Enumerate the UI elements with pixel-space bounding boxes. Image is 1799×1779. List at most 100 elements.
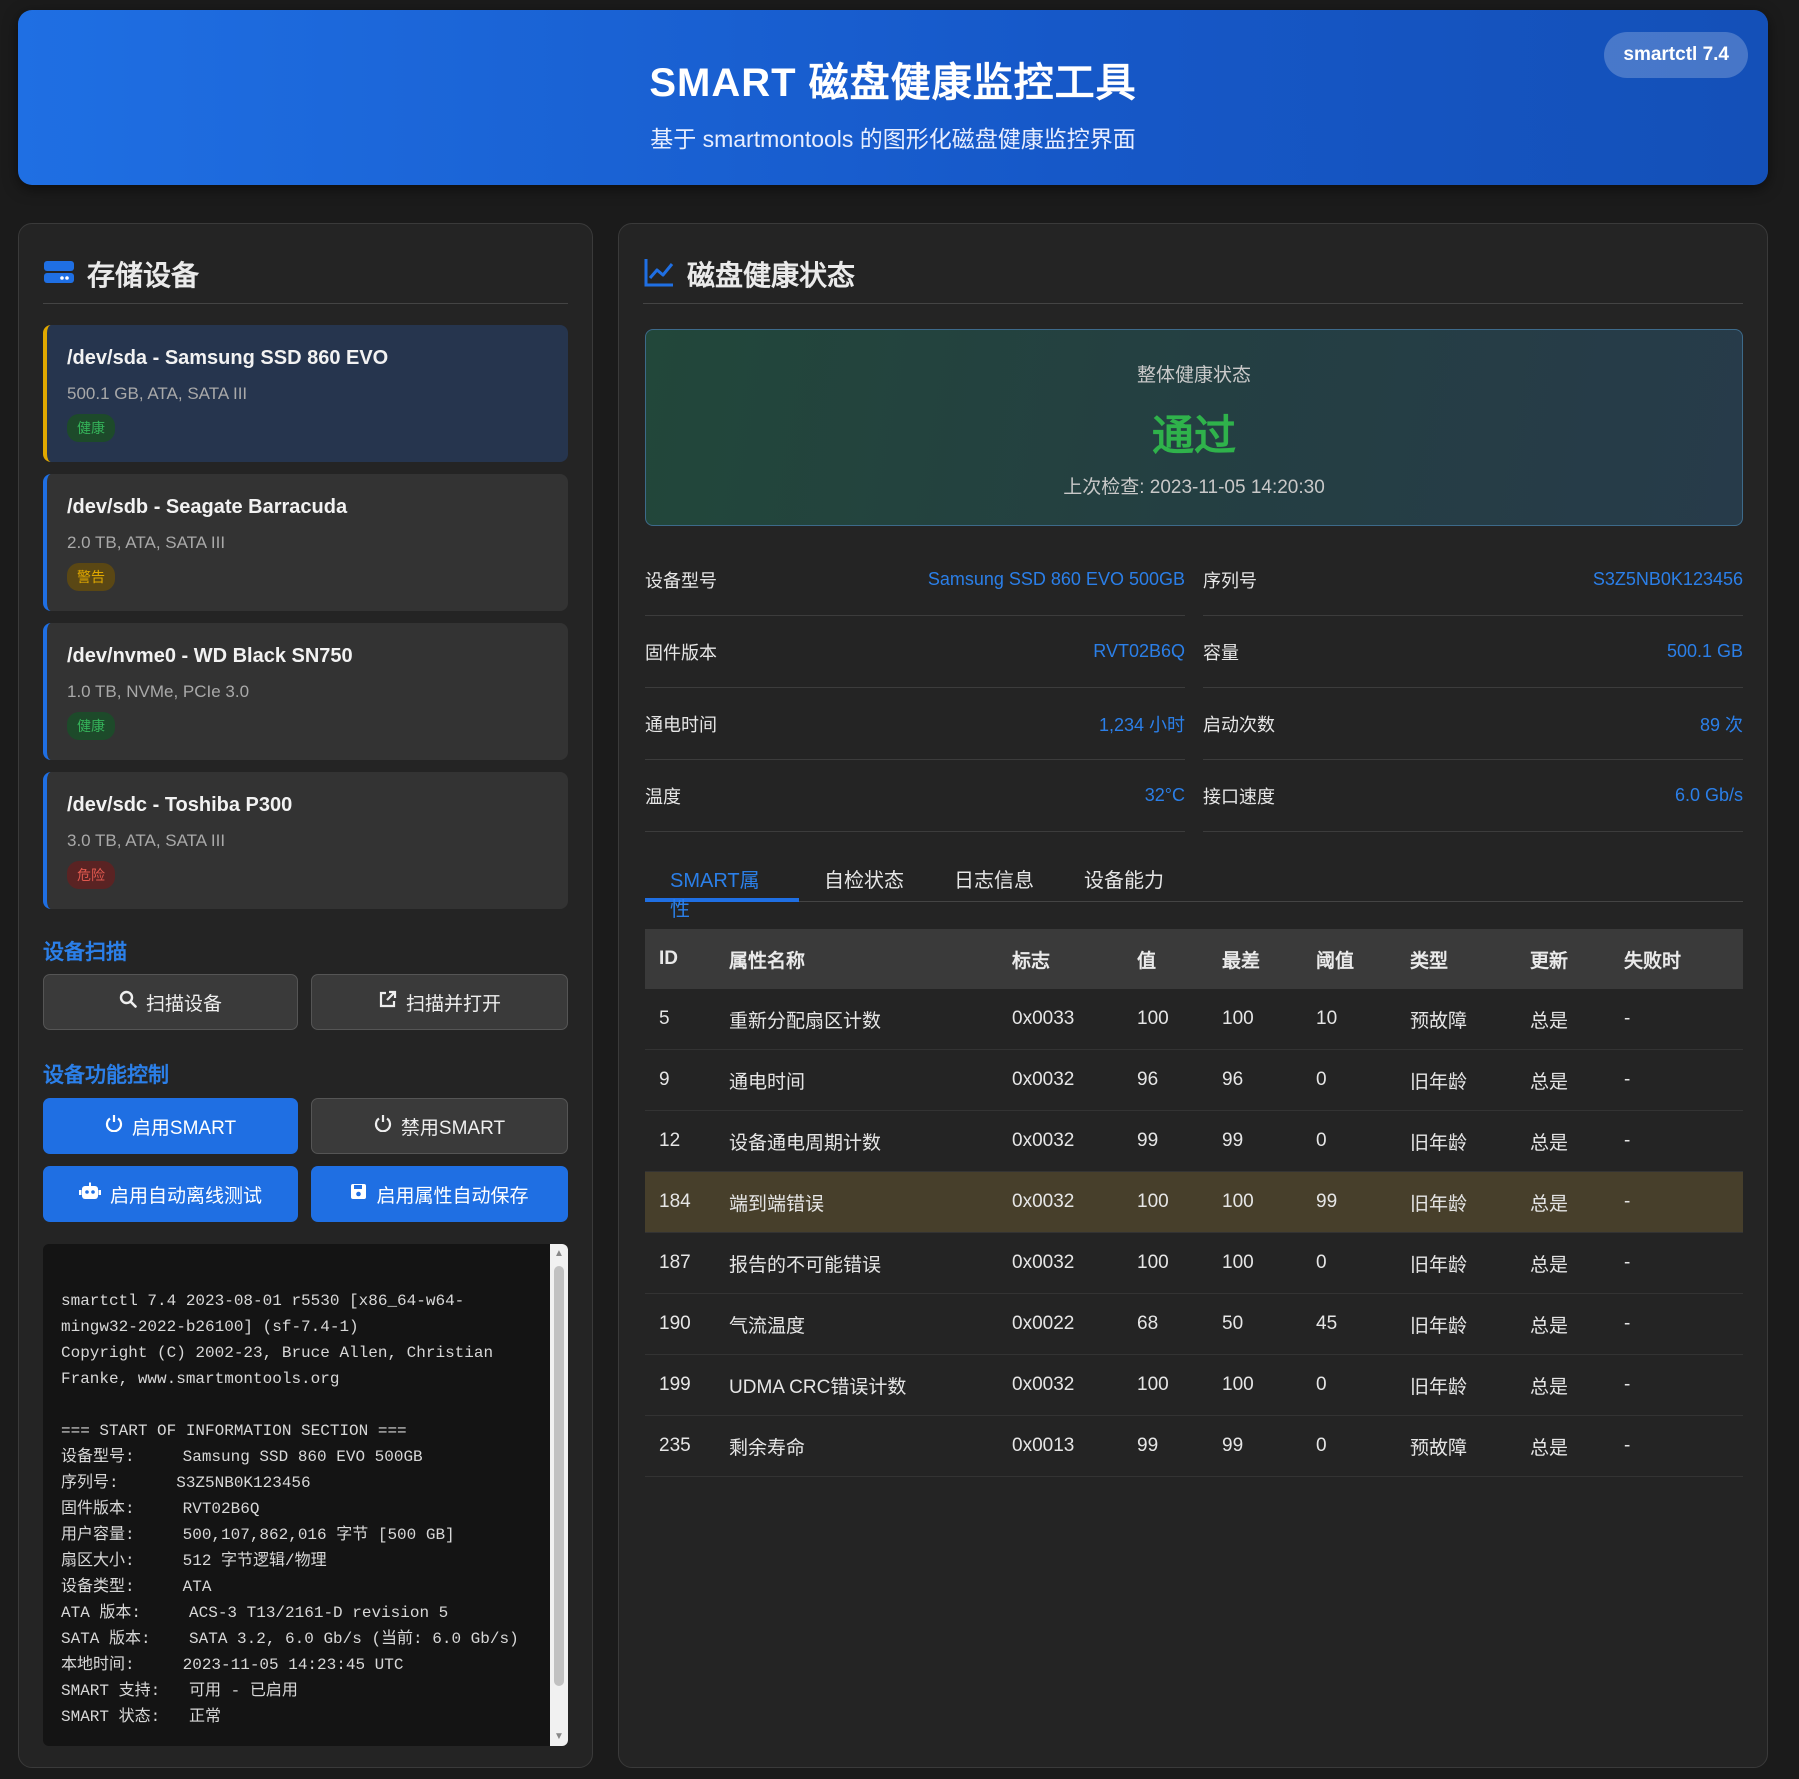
- cell-name: 报告的不可能错误: [729, 1254, 882, 1276]
- scroll-up-icon[interactable]: ▲: [554, 1248, 564, 1259]
- col-flag: 标志: [1012, 950, 1051, 972]
- info-key: 接口速度: [1203, 786, 1275, 807]
- info-interface-speed: 接口速度 6.0 Gb/s: [1203, 760, 1743, 832]
- storage-devices-panel: 存储设备 /dev/sda - Samsung SSD 860 EVO 500.…: [18, 223, 593, 1768]
- tab-smart-attributes[interactable]: SMART属性: [645, 844, 799, 921]
- col-name: 属性名称: [729, 950, 806, 972]
- cell-id: 9: [659, 1069, 670, 1090]
- cell-type: 预故障: [1410, 1437, 1468, 1459]
- cell-name: 剩余寿命: [729, 1437, 806, 1459]
- cell-flag: 0x0032: [1012, 1374, 1075, 1395]
- cell-threshold: 0: [1316, 1435, 1327, 1456]
- cell-id: 199: [659, 1374, 691, 1395]
- console-scrollbar[interactable]: ▲ ▼: [550, 1244, 568, 1746]
- device-status-badge: 危险: [67, 861, 115, 889]
- col-worst: 最差: [1222, 950, 1261, 972]
- cell-id: 190: [659, 1313, 691, 1334]
- app-header: SMART 磁盘健康监控工具 基于 smartmontools 的图形化磁盘健康…: [18, 10, 1768, 185]
- scrollbar-thumb[interactable]: [554, 1266, 564, 1686]
- info-key: 启动次数: [1203, 714, 1275, 735]
- table-row[interactable]: 190 气流温度 0x0022 68 50 45 旧年龄 总是 -: [645, 1294, 1743, 1355]
- table-row[interactable]: 235 剩余寿命 0x0013 99 99 0 预故障 总是 -: [645, 1416, 1743, 1477]
- cell-value: 99: [1137, 1435, 1159, 1456]
- table-row[interactable]: 9 通电时间 0x0032 96 96 0 旧年龄 总是 -: [645, 1050, 1743, 1111]
- info-value: Samsung SSD 860 EVO 500GB: [927, 569, 1185, 589]
- robot-icon: [78, 1182, 101, 1206]
- table-row[interactable]: 5 重新分配扇区计数 0x0033 100 100 10 预故障 总是 -: [645, 989, 1743, 1050]
- cell-updated: 总是: [1530, 1193, 1569, 1215]
- cell-id: 12: [659, 1130, 681, 1151]
- info-value: RVT02B6Q: [1093, 641, 1185, 661]
- table-row[interactable]: 199 UDMA CRC错误计数 0x0032 100 100 0 旧年龄 总是 -: [645, 1355, 1743, 1416]
- info-firmware: 固件版本 RVT02B6Q: [645, 616, 1185, 688]
- scan-devices-button[interactable]: 扫描设备: [43, 974, 298, 1030]
- table-row[interactable]: 184 端到端错误 0x0032 100 100 99 旧年龄 总是 -: [645, 1172, 1743, 1233]
- health-value: 通过: [1151, 412, 1236, 459]
- device-name: /dev/nvme0 - WD Black SN750: [67, 645, 353, 667]
- cell-when-failed: -: [1624, 1191, 1631, 1212]
- tab-capabilities[interactable]: 设备能力: [1059, 844, 1189, 902]
- tab-logs[interactable]: 日志信息: [929, 844, 1059, 902]
- cell-value: 100: [1137, 1252, 1169, 1273]
- scan-and-open-label: 扫描并打开: [405, 993, 501, 1015]
- smart-attributes-table: ID 属性名称 标志 值 最差 阈值 类型 更新 失败时 5 重新分配扇区计数 0x…: [645, 929, 1743, 1477]
- device-status-badge: 健康: [67, 712, 115, 740]
- info-value: 32°C: [1144, 785, 1185, 805]
- cell-value: 99: [1137, 1130, 1159, 1151]
- cell-type: 旧年龄: [1410, 1254, 1468, 1276]
- smartctl-output-console[interactable]: smartctl 7.4 2023-08-01 r5530 [x86_64-w6…: [43, 1244, 568, 1746]
- enable-attr-autosave-button[interactable]: 启用属性自动保存: [311, 1166, 568, 1222]
- cell-flag: 0x0032: [1012, 1191, 1075, 1212]
- cell-when-failed: -: [1624, 1252, 1631, 1273]
- tab-self-test[interactable]: 自检状态: [799, 844, 929, 902]
- col-type: 类型: [1410, 950, 1449, 972]
- disable-smart-label: 禁用SMART: [400, 1117, 506, 1139]
- cell-flag: 0x0033: [1012, 1008, 1075, 1029]
- power-icon: [105, 1114, 123, 1138]
- device-card-sdb[interactable]: /dev/sdb - Seagate Barracuda 2.0 TB, ATA…: [43, 474, 568, 611]
- enable-attr-autosave-label: 启用属性自动保存: [376, 1185, 529, 1207]
- scroll-down-icon[interactable]: ▼: [554, 1731, 564, 1742]
- device-card-nvme0[interactable]: /dev/nvme0 - WD Black SN750 1.0 TB, NVMe…: [43, 623, 568, 760]
- save-icon: [350, 1183, 367, 1206]
- cell-threshold: 0: [1316, 1069, 1327, 1090]
- cell-value: 68: [1137, 1313, 1159, 1334]
- cell-updated: 总是: [1530, 1132, 1569, 1154]
- enable-auto-offline-button[interactable]: 启用自动离线测试: [43, 1166, 298, 1222]
- info-value: S3Z5NB0K123456: [1592, 569, 1743, 589]
- cell-when-failed: -: [1624, 1374, 1631, 1395]
- app-title: SMART 磁盘健康监控工具: [649, 61, 1137, 105]
- table-row[interactable]: 187 报告的不可能错误 0x0032 100 100 0 旧年龄 总是 -: [645, 1233, 1743, 1294]
- enable-smart-label: 启用SMART: [131, 1117, 237, 1139]
- cell-when-failed: -: [1624, 1069, 1631, 1090]
- cell-id: 5: [659, 1008, 670, 1029]
- disk-health-panel: 磁盘健康状态 整体健康状态 通过 上次检查: 2023-11-05 14:20:…: [618, 223, 1768, 1768]
- info-capacity: 容量 500.1 GB: [1203, 616, 1743, 688]
- device-card-sda[interactable]: /dev/sda - Samsung SSD 860 EVO 500.1 GB,…: [43, 325, 568, 462]
- disable-smart-button[interactable]: 禁用SMART: [311, 1098, 568, 1154]
- info-key: 温度: [645, 786, 681, 807]
- info-key: 固件版本: [645, 642, 717, 663]
- control-section-label: 设备功能控制: [43, 1064, 169, 1087]
- cell-id: 187: [659, 1252, 691, 1273]
- device-card-sdc[interactable]: /dev/sdc - Toshiba P300 3.0 TB, ATA, SAT…: [43, 772, 568, 909]
- cell-worst: 100: [1222, 1191, 1254, 1212]
- power-icon: [374, 1114, 392, 1138]
- col-id: ID: [659, 948, 678, 969]
- info-power-cycles: 启动次数 89 次: [1203, 688, 1743, 760]
- info-key: 序列号: [1203, 570, 1257, 591]
- device-spec: 500.1 GB, ATA, SATA III: [67, 384, 248, 403]
- cell-name: 端到端错误: [729, 1193, 825, 1215]
- cell-updated: 总是: [1530, 1010, 1569, 1032]
- enable-smart-button[interactable]: 启用SMART: [43, 1098, 298, 1154]
- device-name: /dev/sdc - Toshiba P300: [67, 794, 293, 816]
- last-check-time: 上次检查: 2023-11-05 14:20:30: [1063, 477, 1325, 498]
- info-serial: 序列号 S3Z5NB0K123456: [1203, 544, 1743, 616]
- cell-when-failed: -: [1624, 1008, 1631, 1029]
- device-spec: 2.0 TB, ATA, SATA III: [67, 533, 226, 552]
- hard-drive-icon: [43, 256, 75, 288]
- table-row[interactable]: 12 设备通电周期计数 0x0032 99 99 0 旧年龄 总是 -: [645, 1111, 1743, 1172]
- storage-devices-header: 存储设备: [43, 254, 568, 304]
- scan-and-open-button[interactable]: 扫描并打开: [311, 974, 568, 1030]
- device-status-badge: 警告: [67, 563, 115, 591]
